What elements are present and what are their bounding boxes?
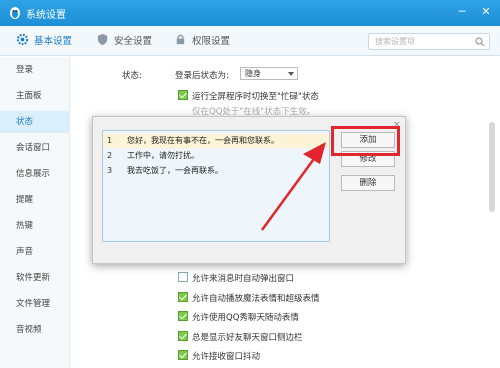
pointer-arrow-icon (260, 142, 326, 231)
